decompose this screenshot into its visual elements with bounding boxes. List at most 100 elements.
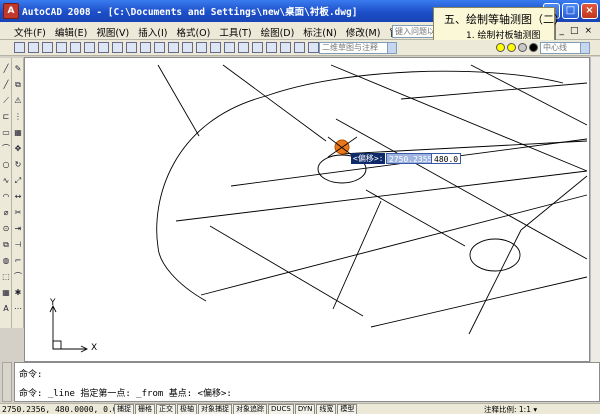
publish-icon[interactable] [84,42,95,53]
offset-icon[interactable]: ⋮ [13,112,23,122]
fillet-icon[interactable]: ⌒ [13,272,23,282]
menu-item[interactable]: 编辑(E) [55,25,87,39]
break-icon[interactable]: ⊣ [13,240,23,250]
region-icon[interactable]: ▦ [1,288,11,298]
caption-title: 五、绘制等轴测图（二） [444,13,565,26]
dynamic-input-x[interactable]: 2750.2355 [386,153,436,164]
drawing-area[interactable]: Y X [24,57,590,362]
menu-item[interactable]: 绘图(D) [261,25,295,39]
match-icon[interactable] [140,42,151,53]
extend-icon[interactable]: ⇥ [13,224,23,234]
properties-icon[interactable] [238,42,249,53]
ellipse-icon[interactable]: ◠ [1,192,11,202]
mdi-restore-button[interactable]: □ [570,26,579,36]
chevron-down-icon [580,43,589,53]
status-toggle-button[interactable]: DYN [294,404,316,414]
circle-icon[interactable]: ○ [1,160,11,170]
status-toggle-button[interactable]: 捕捉 [114,404,134,414]
menu-item[interactable]: 修改(M) [346,25,381,39]
undo-icon[interactable] [154,42,165,53]
status-toggle-button[interactable]: 正交 [156,404,176,414]
designcenter-icon[interactable] [252,42,263,53]
sheetset-icon[interactable] [280,42,291,53]
status-toggle-button[interactable]: 对象追踪 [233,404,267,414]
pan-icon[interactable] [182,42,193,53]
array-icon[interactable]: ▦ [13,128,23,138]
erase-icon[interactable]: ✎ [13,64,23,74]
explode-icon[interactable]: ✱ [13,288,23,298]
scale-icon[interactable]: ⤢ [13,176,23,186]
drawing-geometry [49,64,588,353]
status-toggle-button[interactable]: 线宽 [316,404,337,414]
make-block-icon[interactable]: ⧉ [1,240,11,250]
more-icon[interactable]: ⋯ [13,304,23,314]
construction-line-icon[interactable]: ╱ [1,80,11,90]
mirror-icon[interactable]: ⚠ [13,96,23,106]
menu-item[interactable]: 视图(V) [96,25,129,39]
trim-icon[interactable]: ✂ [13,208,23,218]
spline-icon[interactable]: ∿ [1,176,11,186]
menu-item[interactable]: 文件(F) [14,25,46,39]
text-icon[interactable]: A [1,304,11,314]
calc-icon[interactable] [308,42,319,53]
polygon-icon[interactable]: ⊏ [1,112,11,122]
status-toggle-button[interactable]: 模型 [337,404,358,414]
menu-item[interactable]: 标注(N) [303,25,337,39]
command-window-grip[interactable] [2,362,12,402]
copy-icon[interactable] [112,42,123,53]
coordinate-readout[interactable]: 2750.2356, 480.0000, 0.0000 [2,404,132,414]
move-icon[interactable]: ✥ [13,144,23,154]
command-window[interactable]: 命令: 命令: _line 指定第一点: _from 基点: <偏移>: [14,362,600,402]
vertical-scrollbar[interactable] [590,57,600,362]
layer-select[interactable]: 中心线 [540,42,590,54]
dynamic-input-y[interactable]: 480.0 [431,153,462,164]
open-icon[interactable] [28,42,39,53]
zoom-previous-icon[interactable] [224,42,235,53]
rotate-icon[interactable]: ↻ [13,160,23,170]
workspace-select[interactable]: 二维草图与注释 [319,42,397,54]
line-icon[interactable]: ╱ [1,64,11,74]
autocad-app-icon[interactable]: A [3,3,19,19]
annotation-scale[interactable]: 注释比例: 1:1 ▾ [484,404,537,414]
layer-state-icon[interactable] [496,43,505,52]
ucs-y-label: Y [50,298,56,308]
menu-item[interactable]: 工具(T) [219,25,251,39]
status-toggle-button[interactable]: 极轴 [177,404,197,414]
new-icon[interactable] [14,42,25,53]
menu-item[interactable]: 格式(O) [176,25,210,39]
zoom-icon[interactable] [196,42,207,53]
zoom-window-icon[interactable] [210,42,221,53]
insert-block-icon[interactable]: ⊙ [1,224,11,234]
preview-icon[interactable] [70,42,81,53]
stretch-icon[interactable]: ↔ [13,192,23,202]
chamfer-icon[interactable]: ⌐ [13,256,23,266]
point-icon[interactable]: ◍ [1,256,11,266]
copy-object-icon[interactable]: ⧉ [13,80,23,90]
polyline-icon[interactable]: ⟋ [1,96,11,106]
markup-icon[interactable] [294,42,305,53]
arc-icon[interactable]: ⌒ [1,144,11,154]
rectangle-icon[interactable]: ▭ [1,128,11,138]
mdi-minimize-button[interactable]: _ [559,26,564,36]
layer-state-icon[interactable] [529,43,538,52]
menu-item[interactable]: 插入(I) [138,25,167,39]
toolpalette-icon[interactable] [266,42,277,53]
save-icon[interactable] [42,42,53,53]
layer-state-icon[interactable] [518,43,527,52]
mdi-close-button[interactable]: × [584,26,592,36]
draw-toolbar: ╱ ╱ ⟋ ⊏ ▭ ⌒ ○ ∿ ◠ ⌀ ⊙ ⧉ ◍ ⬚ ▦ A [0,58,12,328]
hatch-icon[interactable]: ⬚ [1,272,11,282]
status-toggle-button[interactable]: 栅格 [135,404,155,414]
layer-state-icon[interactable] [507,43,516,52]
paste-icon[interactable] [126,42,137,53]
status-toggle-button[interactable]: 对象捕捉 [198,404,232,414]
ellipse-arc-icon[interactable]: ⌀ [1,208,11,218]
cut-icon[interactable] [98,42,109,53]
status-toggle-button[interactable]: DUCS [268,404,294,414]
redo-icon[interactable] [168,42,179,53]
print-icon[interactable] [56,42,67,53]
command-prompt-line[interactable]: 命令: _line 指定第一点: _from 基点: <偏移>: [19,386,232,399]
mdi-controls: _ □ × [559,26,592,36]
status-bar: 2750.2356, 480.0000, 0.0000 捕捉 栅格 正交 极轴 对象捕捉… [0,403,600,414]
close-button[interactable]: × [581,3,598,19]
